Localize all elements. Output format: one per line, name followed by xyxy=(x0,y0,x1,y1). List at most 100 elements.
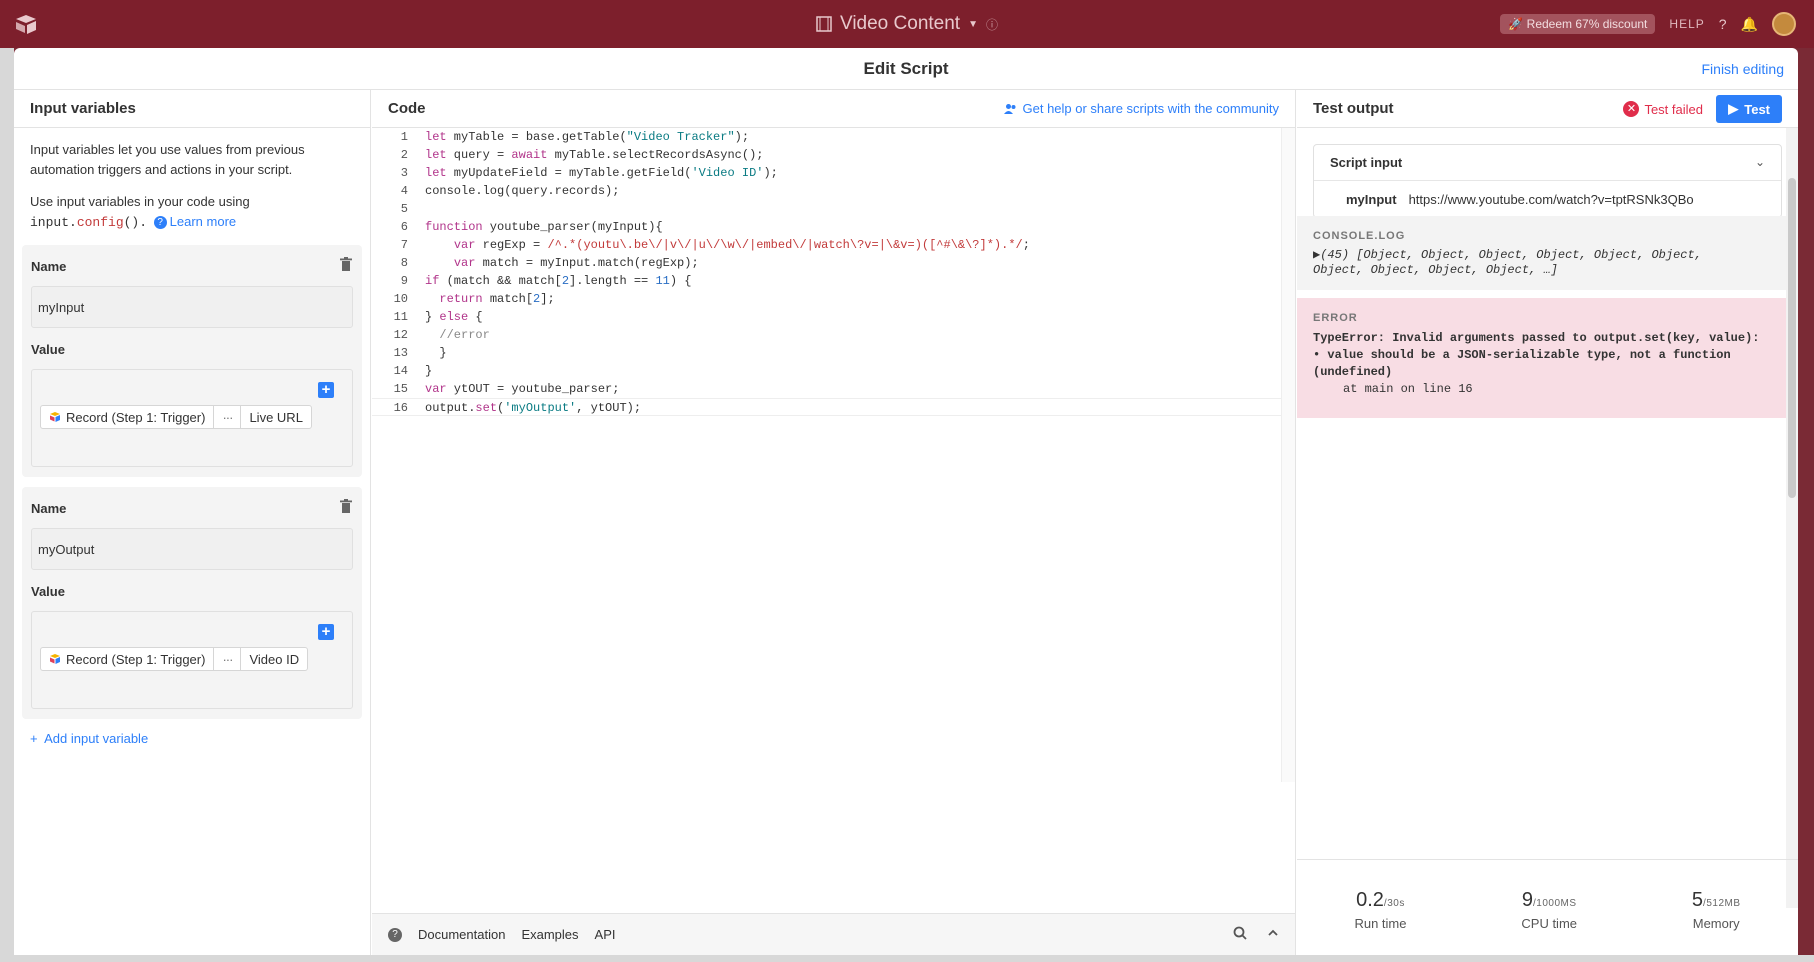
play-icon: ▶ xyxy=(1728,101,1739,116)
stat-max: /512MB xyxy=(1703,897,1741,909)
more-dots-token[interactable]: ··· xyxy=(214,647,241,671)
error-message: • value should be a JSON-serializable ty… xyxy=(1313,348,1731,362)
code-line: 11} else { xyxy=(393,310,483,324)
avatar[interactable] xyxy=(1772,12,1796,36)
output-scrollbar[interactable] xyxy=(1786,128,1798,908)
help-link[interactable]: HELP xyxy=(1669,17,1704,31)
input-variable-card: Name myInput Value + Record (Step 1: Tri… xyxy=(22,245,362,477)
name-label: Name xyxy=(31,259,67,274)
community-help-link[interactable]: Get help or share scripts with the commu… xyxy=(1003,101,1279,116)
api-tab[interactable]: API xyxy=(595,927,616,942)
test-output-header: Test output ✕ Test failed ▶ Test xyxy=(1297,90,1798,128)
search-icon[interactable] xyxy=(1233,926,1247,940)
chevron-up-icon[interactable] xyxy=(1267,926,1279,940)
topbar-actions: 🚀 Redeem 67% discount HELP ? 🔔 xyxy=(1500,0,1796,48)
variable-value-field[interactable]: + Record (Step 1: Trigger) ··· Video ID xyxy=(31,611,353,709)
name-label: Name xyxy=(31,501,67,516)
token-pill-group: Record (Step 1: Trigger) ··· Video ID xyxy=(40,647,309,671)
console-log-entry[interactable]: ▶(45) [Object, Object, Object, Object, O… xyxy=(1313,248,1782,278)
stat-label: Run time xyxy=(1354,915,1407,931)
users-icon xyxy=(1003,103,1015,114)
code-header-title: Code xyxy=(388,100,426,117)
script-input-label: Script input xyxy=(1330,155,1403,170)
edit-script-modal: Edit Script Finish editing Input variabl… xyxy=(14,48,1798,955)
script-input-value: https://www.youtube.com/watch?v=tptRSNk3… xyxy=(1408,191,1694,207)
examples-tab[interactable]: Examples xyxy=(521,927,578,942)
script-input-key: myInput xyxy=(1346,191,1397,207)
scrollbar-thumb[interactable] xyxy=(1788,178,1796,498)
script-input-toggle[interactable]: Script input xyxy=(1314,145,1781,181)
trash-icon[interactable] xyxy=(340,499,352,513)
stat-run-time: 0.2/30s Run time xyxy=(1354,889,1406,931)
intro-text-2: Use input variables in your code using i… xyxy=(30,192,354,233)
stat-max: /30s xyxy=(1383,897,1405,909)
code-line: 2 let query = await myTable.selectRecords… xyxy=(400,148,764,162)
stat-max: /1000MS xyxy=(1533,897,1577,909)
stat-label: Memory xyxy=(1692,915,1740,931)
error-section: ERROR TypeError: Invalid arguments passe… xyxy=(1297,298,1798,418)
add-token-button[interactable]: + xyxy=(318,624,334,640)
stat-label: CPU time xyxy=(1521,915,1578,931)
chevron-down-icon[interactable]: ⌄ xyxy=(1755,155,1765,169)
script-input-row: myInput https://www.youtube.com/watch?v=… xyxy=(1314,181,1781,217)
variable-name-input[interactable]: myInput xyxy=(31,286,353,328)
console-log-section: CONSOLE.LOG ▶(45) [Object, Object, Objec… xyxy=(1297,216,1798,290)
variable-value-field[interactable]: + Record (Step 1: Trigger) ··· Live URL xyxy=(31,369,353,467)
stat-value: 9 xyxy=(1521,888,1533,911)
code-line: 14} xyxy=(393,364,433,378)
test-status-badge: ✕ Test failed xyxy=(1623,101,1703,117)
add-token-button[interactable]: + xyxy=(318,382,334,398)
intro-code-parens: (). xyxy=(123,215,148,230)
code-header: Code Get help or share scripts with the … xyxy=(372,90,1295,128)
chevron-down-icon: ▼ xyxy=(968,18,978,30)
rocket-icon: 🚀 xyxy=(1508,17,1524,31)
base-title-text: Video Content xyxy=(840,13,961,34)
field-token[interactable]: Video ID xyxy=(240,647,309,671)
variable-name-input[interactable]: myOutput xyxy=(31,528,353,570)
input-variables-intro: Input variables let you use values from … xyxy=(14,128,370,233)
info-icon[interactable]: ⓘ xyxy=(986,16,998,33)
value-label: Value xyxy=(31,342,65,357)
bell-icon[interactable]: 🔔 xyxy=(1741,16,1758,33)
test-button[interactable]: ▶ Test xyxy=(1716,95,1782,123)
code-line: 1 let myTable = base.getTable("Video Trac… xyxy=(400,130,750,144)
stat-cpu-time: 9/1000MS CPU time xyxy=(1521,889,1577,931)
airtable-record-icon xyxy=(50,412,60,422)
add-input-variable-button[interactable]: + Add input variable xyxy=(14,719,370,758)
more-dots-token[interactable]: ··· xyxy=(214,405,241,429)
airtable-record-icon xyxy=(50,654,60,664)
code-line: 7 var regExp = /^.*(youtu\.be\/|v\/|u\/\… xyxy=(400,238,1030,252)
trash-icon[interactable] xyxy=(340,257,352,271)
learn-more-link[interactable]: Learn more xyxy=(170,214,236,229)
error-message: TypeError: Invalid arguments passed to o… xyxy=(1313,331,1760,345)
code-line: 3 let myUpdateField = myTable.getField('V… xyxy=(400,166,778,180)
finish-editing-button[interactable]: Finish editing xyxy=(1702,61,1785,77)
documentation-tab[interactable]: Documentation xyxy=(418,927,505,942)
error-message: (undefined) xyxy=(1313,365,1393,379)
code-line: 15 var ytOUT = youtube_parser; xyxy=(393,382,620,396)
run-stats: 0.2/30s Run time 9/1000MS CPU time 5/512… xyxy=(1297,859,1798,955)
intro-text-1: Input variables let you use values from … xyxy=(30,142,305,177)
record-token-label: Record (Step 1: Trigger) xyxy=(66,651,206,667)
input-variable-card: Name myOutput Value + Record (Step 1: Tr… xyxy=(22,487,362,719)
code-line: 13 } xyxy=(393,346,447,360)
app-topbar: Video Content ▼ ⓘ 🚀 Redeem 67% discount … xyxy=(0,0,1814,48)
code-editor[interactable]: 1 let myTable = base.getTable("Video Trac… xyxy=(372,128,1295,782)
modal-header: Edit Script Finish editing xyxy=(14,48,1798,90)
code-panel: Code Get help or share scripts with the … xyxy=(372,90,1296,955)
question-icon[interactable]: ? xyxy=(1719,16,1727,32)
input-variables-header: Input variables xyxy=(14,90,370,128)
record-token[interactable]: Record (Step 1: Trigger) xyxy=(40,647,215,671)
console-log-line: Object, Object, Object, Object, …] xyxy=(1313,263,1558,277)
redeem-discount-button[interactable]: 🚀 Redeem 67% discount xyxy=(1500,14,1656,34)
field-token[interactable]: Live URL xyxy=(240,405,312,429)
record-token[interactable]: Record (Step 1: Trigger) xyxy=(40,405,215,429)
code-scrollbar[interactable] xyxy=(1281,128,1295,782)
help-circle-icon[interactable]: ? xyxy=(388,927,402,942)
test-button-label: Test xyxy=(1744,101,1770,117)
background-base-bottom xyxy=(0,955,1814,962)
code-line: 10 return match[2]; xyxy=(393,292,555,306)
code-line: 9 if (match && match[2].length == 11) { xyxy=(400,274,692,288)
intro-code-input: input. xyxy=(30,215,77,230)
test-status-label: Test failed xyxy=(1644,101,1703,117)
